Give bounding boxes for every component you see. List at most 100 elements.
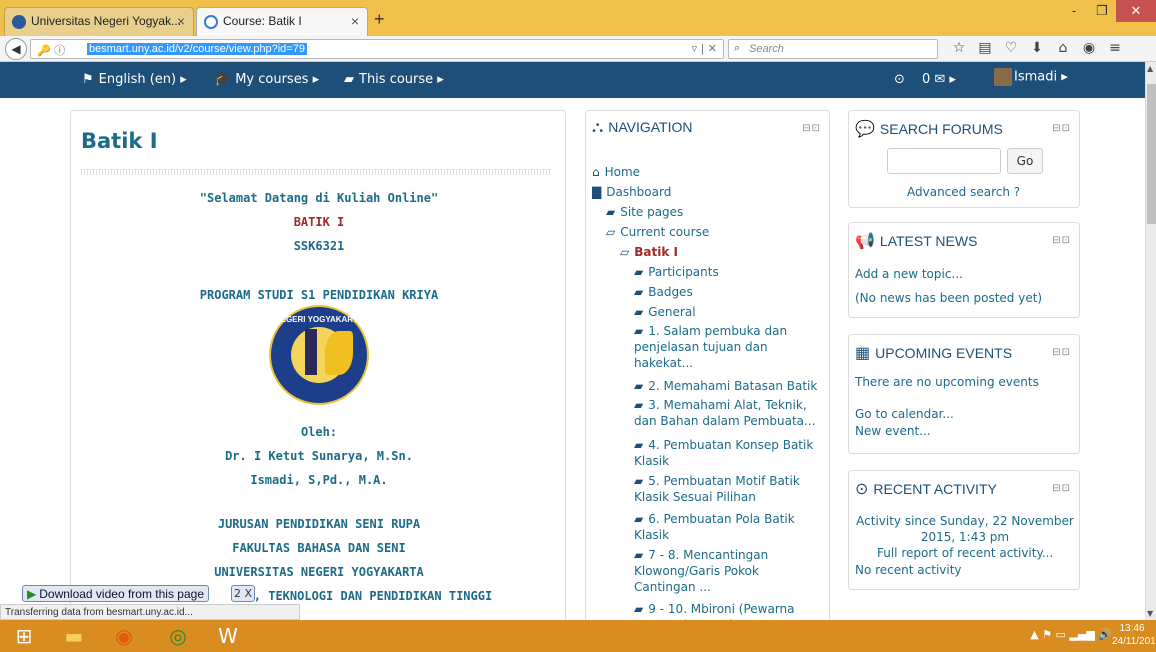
nav-dashboard[interactable]: ▇ Dashboard <box>592 185 671 199</box>
block-controls-icon[interactable]: ⊟⊡ <box>1052 123 1071 134</box>
page-content: Batik I "Selamat Datang di Kuliah Online… <box>0 98 1145 620</box>
upcoming-events-header: ▦ UPCOMING EVENTS <box>855 343 1012 363</box>
messages-menu[interactable]: 0 ✉ ▸ <box>922 72 956 87</box>
block-controls-icon[interactable]: ⊟⊡ <box>1052 483 1071 494</box>
download-bar-controls[interactable]: 2 X <box>231 585 256 602</box>
nav-topic-9-10[interactable]: ▰9 - 10. Mbironi (Pewarna Pertama) Sesua… <box>634 601 820 620</box>
advanced-search-link[interactable]: Advanced search ? <box>907 185 1020 199</box>
scroll-up-icon[interactable]: ▲ <box>1147 64 1153 73</box>
calendar-link[interactable]: Go to calendar... <box>855 407 954 421</box>
new-tab-button[interactable]: + <box>374 9 385 30</box>
nav-topic-2[interactable]: ▰ 2. Memahami Batasan Batik <box>634 379 817 393</box>
download-icon[interactable]: ⬇ <box>1026 40 1048 56</box>
tab-close-icon[interactable]: × <box>177 13 185 29</box>
add-topic-link[interactable]: Add a new topic... <box>855 267 963 281</box>
nav-label: 1. Salam pembuka dan penjelasan tujuan d… <box>634 324 788 370</box>
start-button[interactable]: ⊞ <box>2 620 46 652</box>
close-window-button[interactable]: ✕ <box>1116 0 1156 22</box>
language-menu[interactable]: ⚑ English (en) ▸ <box>82 72 187 87</box>
nav-topic-4[interactable]: ▰ 4. Pembuatan Konsep Batik Klasik <box>634 437 820 469</box>
user-menu[interactable]: Ismadi ▸ <box>994 68 1068 86</box>
nav-topic-5[interactable]: ▰ 5. Pembuatan Motif Batik Klasik Sesuai … <box>634 473 820 505</box>
nav-label: 6. Pembuatan Pola Batik Klasik <box>634 512 795 542</box>
maximize-button[interactable]: ❐ <box>1088 0 1116 22</box>
this-course-menu[interactable]: ▰ This course ▸ <box>344 72 444 87</box>
file-explorer-icon[interactable]: ▬ <box>52 620 96 652</box>
tab-universitas[interactable]: Universitas Negeri Yogyak... × <box>4 7 194 36</box>
site-favicon-icon <box>12 15 26 29</box>
site-identity-icon[interactable]: 🔑 ⓘ <box>37 42 65 58</box>
my-courses-menu[interactable]: 🎓 My courses ▸ <box>214 72 319 87</box>
folder-icon: ▰ <box>634 305 644 319</box>
folder-icon: ▰ <box>634 379 644 393</box>
block-controls-icon[interactable]: ⊟⊡ <box>802 123 821 134</box>
block-controls-icon[interactable]: ⊟⊡ <box>1052 347 1071 358</box>
logo-tower <box>305 329 317 375</box>
nav-label: Site pages <box>620 205 684 219</box>
course-summary-panel: Batik I "Selamat Datang di Kuliah Online… <box>70 110 566 620</box>
play-icon: ▶ <box>27 587 37 601</box>
nav-home[interactable]: ⌂ Home <box>592 165 640 179</box>
download-video-button[interactable]: ▶ Download video from this page <box>22 585 209 602</box>
forum-search-input[interactable] <box>887 148 1001 174</box>
scroll-down-icon[interactable]: ▼ <box>1147 609 1153 618</box>
folder-icon: ▰ <box>634 265 644 279</box>
bookmarks-icon[interactable]: ▤ <box>974 40 996 56</box>
home-icon[interactable]: ⌂ <box>1052 40 1074 56</box>
minimize-button[interactable]: - <box>1060 0 1088 22</box>
word-icon[interactable]: W <box>206 620 250 652</box>
nav-label: Participants <box>648 265 719 279</box>
new-event-link[interactable]: New event... <box>855 424 931 438</box>
nav-label: 4. Pembuatan Konsep Batik Klasik <box>634 438 814 468</box>
nav-badges[interactable]: ▰ Badges <box>634 285 693 299</box>
nav-topic-7-8[interactable]: ▰ 7 - 8. Mencantingan Klowong/Garis Pokok… <box>634 547 820 595</box>
folder-open-icon: ▱ <box>606 225 616 239</box>
clock-icon: ⊙ <box>855 481 869 498</box>
address-bar[interactable]: 🔑 ⓘ besmart.uny.ac.id/v2/course/view.php… <box>30 39 724 59</box>
nav-batik-i[interactable]: ▱ Batik I <box>620 245 678 259</box>
nav-current-course[interactable]: ▱ Current course <box>606 225 709 239</box>
nav-topic-1[interactable]: ▰ 1. Salam pembuka dan penjelasan tujuan … <box>634 323 820 371</box>
faculty-text: FAKULTAS BAHASA DAN SENI <box>232 541 406 555</box>
search-input[interactable]: ⌕ Search <box>728 39 938 59</box>
page-scrollbar[interactable]: ▲ ▼ <box>1145 62 1156 620</box>
navigation-header: ⛬ NAVIGATION <box>592 119 692 137</box>
chrome-icon[interactable]: ◎ <box>156 620 200 652</box>
pocket-icon[interactable]: ♡ <box>1000 40 1022 56</box>
help-icon[interactable]: ? <box>1014 185 1020 199</box>
nav-label: 7 - 8. Mencantingan Klowong/Garis Pokok … <box>634 548 769 594</box>
bookmark-star-icon[interactable]: ☆ <box>948 40 970 56</box>
comments-icon: 💬 <box>855 121 875 138</box>
search-forums-title: SEARCH FORUMS <box>879 121 1003 137</box>
nav-label: Current course <box>620 225 710 239</box>
chat-icon[interactable]: ◉ <box>1078 40 1100 56</box>
upcoming-events-title: UPCOMING EVENTS <box>875 345 1013 361</box>
by-label: Oleh: <box>300 425 338 439</box>
full-report-link[interactable]: Full report of recent activity... <box>877 546 1053 560</box>
tab-close-icon[interactable]: × <box>351 13 359 29</box>
page-icon: ▇ <box>592 185 602 199</box>
nav-label: 2. Memahami Batasan Batik <box>648 379 818 393</box>
scroll-thumb[interactable] <box>1147 84 1156 224</box>
notifications-icon[interactable]: ⊙ <box>894 72 905 87</box>
course-code: SSK6321 <box>293 239 345 253</box>
clock[interactable]: 13:46 24/11/2015 <box>1112 622 1156 648</box>
url-text[interactable]: besmart.uny.ac.id/v2/course/view.php?id=… <box>87 43 307 55</box>
reload-stop-icon[interactable]: ▿ | ✕ <box>692 42 717 55</box>
nav-general[interactable]: ▰ General <box>634 305 696 319</box>
folder-icon: ▰ <box>634 324 644 338</box>
system-tray-icons[interactable]: ▲ ⚑ ▭ ▂▄▆ 🔊 <box>1030 628 1112 641</box>
tab-course-batik[interactable]: Course: Batik I × <box>196 7 368 36</box>
nav-topic-3[interactable]: ▰ 3. Memahami Alat, Teknik, dan Bahan dal… <box>634 397 820 429</box>
block-controls-icon[interactable]: ⊟⊡ <box>1052 235 1071 246</box>
menu-icon[interactable]: ≡ <box>1104 40 1126 56</box>
clock-time: 13:46 <box>1119 623 1145 634</box>
firefox-icon[interactable]: ◉ <box>102 620 146 652</box>
user-label: Ismadi ▸ <box>1014 69 1068 85</box>
nav-participants[interactable]: ▰ Participants <box>634 265 719 279</box>
nav-site-pages[interactable]: ▰ Site pages <box>606 205 683 219</box>
back-button[interactable]: ◀ <box>5 38 27 60</box>
go-button[interactable]: Go <box>1007 148 1043 174</box>
divider <box>81 169 551 175</box>
nav-topic-6[interactable]: ▰ 6. Pembuatan Pola Batik Klasik <box>634 511 820 543</box>
